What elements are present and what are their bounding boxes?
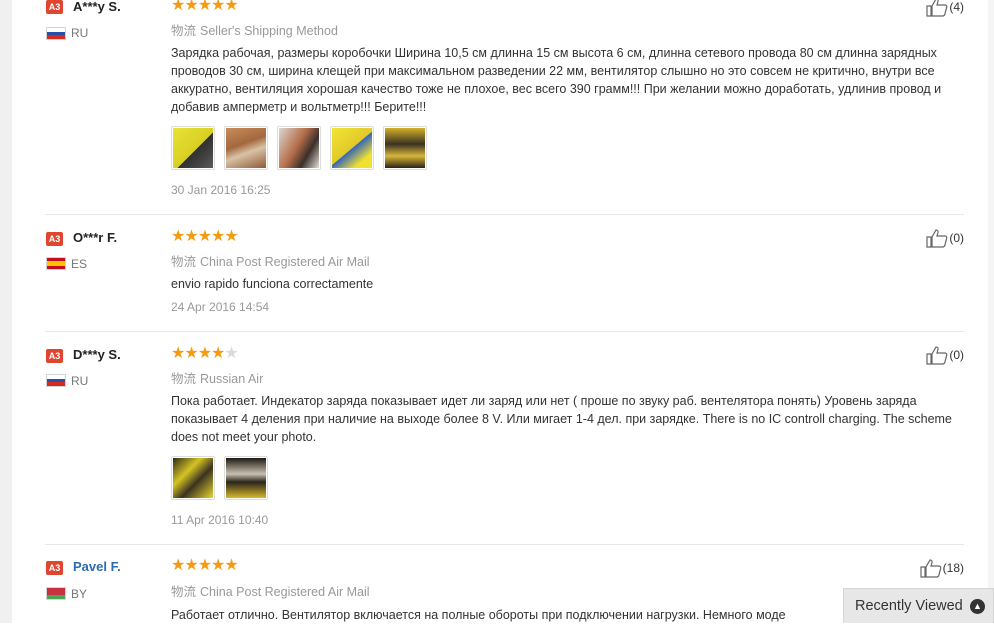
star-icon: ★: [171, 0, 185, 14]
star-icon: ★: [211, 228, 225, 245]
helpful-count: (4): [949, 0, 964, 14]
shipping-method: 物流 China Post Registered Air Mail: [171, 251, 370, 270]
star-empty-icon: ★: [224, 345, 238, 362]
star-icon: ★: [171, 345, 185, 362]
review-text: Пока работает. Индекатор заряда показыва…: [171, 394, 952, 444]
chevron-up-icon: ▲: [970, 598, 985, 614]
right-gutter: [988, 0, 994, 623]
star-icon: ★: [171, 557, 185, 574]
shipping-value: Russian Air: [200, 372, 264, 386]
star-icon: ★: [184, 345, 198, 362]
review-photo[interactable]: [383, 126, 427, 170]
flag-es-icon: [46, 257, 66, 270]
review-text: envio rapido funciona correctamente: [171, 277, 374, 291]
shipping-value: China Post Registered Air Mail: [200, 255, 370, 269]
reviewer-country: RU: [71, 374, 89, 388]
review-divider: [45, 544, 964, 545]
review-item: A3 A***y S. RU ★★★★★ 物流 Seller's Shipping…: [45, 0, 964, 214]
shipping-method: 物流 Russian Air: [171, 368, 263, 387]
star-icon: ★: [184, 557, 198, 574]
star-icon: ★: [184, 228, 198, 245]
shipping-label: 物流: [171, 585, 197, 599]
review-photo[interactable]: [224, 126, 268, 170]
helpful-count: (18): [942, 561, 964, 575]
review-divider: [45, 331, 964, 332]
helpful-button[interactable]: (4): [926, 0, 964, 17]
review-divider: [45, 214, 964, 215]
review-item: A3 Pavel F. BY ★★★★★ 物流 China Post Regist…: [45, 558, 964, 623]
rating-stars: ★★★★★: [171, 345, 239, 362]
shipping-label: 物流: [171, 255, 197, 269]
reviewer-country: RU: [71, 26, 89, 40]
level-badge: A3: [46, 349, 63, 363]
review-photos: [171, 126, 427, 170]
star-icon: ★: [211, 557, 225, 574]
review-photo[interactable]: [277, 126, 321, 170]
review-date: 30 Jan 2016 16:25: [171, 183, 271, 197]
star-icon: ★: [224, 557, 238, 574]
review-photo[interactable]: [171, 456, 215, 500]
review-photos: [171, 456, 268, 500]
level-badge: A3: [46, 232, 63, 246]
review-photo[interactable]: [330, 126, 374, 170]
reviewer-name[interactable]: D***y S.: [73, 347, 121, 362]
recently-viewed-button[interactable]: Recently Viewed ▲: [843, 588, 994, 623]
review-date: 24 Apr 2016 14:54: [171, 300, 270, 314]
star-icon: ★: [197, 345, 212, 362]
reviewer-country: BY: [71, 587, 88, 601]
helpful-count: (0): [949, 348, 964, 362]
rating-stars: ★★★★★: [171, 557, 239, 574]
thumbs-up-icon: [926, 0, 948, 17]
rating-stars: ★★★★★: [171, 0, 239, 14]
shipping-value: Seller's Shipping Method: [200, 24, 338, 38]
shipping-label: 物流: [171, 24, 197, 38]
review-photo[interactable]: [171, 126, 215, 170]
rating-stars: ★★★★★: [171, 228, 239, 245]
level-badge: A3: [46, 0, 63, 14]
helpful-count: (0): [949, 231, 964, 245]
star-icon: ★: [211, 345, 225, 362]
shipping-method: 物流 China Post Registered Air Mail: [171, 581, 370, 600]
review-date: 11 Apr 2016 10:40: [171, 513, 269, 527]
flag-by-icon: [46, 587, 66, 600]
shipping-method: 物流 Seller's Shipping Method: [171, 20, 338, 39]
thumbs-up-icon: [926, 229, 948, 248]
reviewer-country: ES: [71, 257, 88, 271]
helpful-button[interactable]: (18): [920, 558, 964, 578]
star-icon: ★: [211, 0, 225, 14]
shipping-value: China Post Registered Air Mail: [200, 585, 370, 599]
star-icon: ★: [224, 0, 238, 14]
reviewer-name[interactable]: Pavel F.: [73, 559, 121, 574]
level-badge: A3: [46, 561, 63, 575]
flag-ru-icon: [46, 27, 66, 40]
reviewer-name[interactable]: A***y S.: [73, 0, 121, 14]
star-icon: ★: [184, 0, 198, 14]
thumbs-up-icon: [920, 559, 942, 578]
review-text: Зарядка рабочая, размеры коробочки Ширин…: [171, 46, 942, 114]
thumbs-up-icon: [926, 346, 948, 365]
star-icon: ★: [224, 228, 238, 245]
helpful-button[interactable]: (0): [926, 345, 964, 365]
flag-ru-icon: [46, 374, 66, 387]
review-item: A3 O***r F. ES ★★★★★ 物流 China Post Regist…: [45, 228, 964, 331]
left-gutter: [0, 0, 12, 623]
star-icon: ★: [197, 228, 212, 245]
shipping-label: 物流: [171, 372, 197, 386]
review-photo[interactable]: [224, 456, 268, 500]
star-icon: ★: [197, 0, 212, 14]
recently-viewed-label: Recently Viewed: [855, 598, 963, 614]
star-icon: ★: [197, 557, 212, 574]
reviewer-name[interactable]: O***r F.: [73, 230, 117, 245]
helpful-button[interactable]: (0): [926, 228, 964, 248]
star-icon: ★: [171, 228, 185, 245]
review-item: A3 D***y S. RU ★★★★★ 物流 Russian Air Пока …: [45, 345, 964, 544]
